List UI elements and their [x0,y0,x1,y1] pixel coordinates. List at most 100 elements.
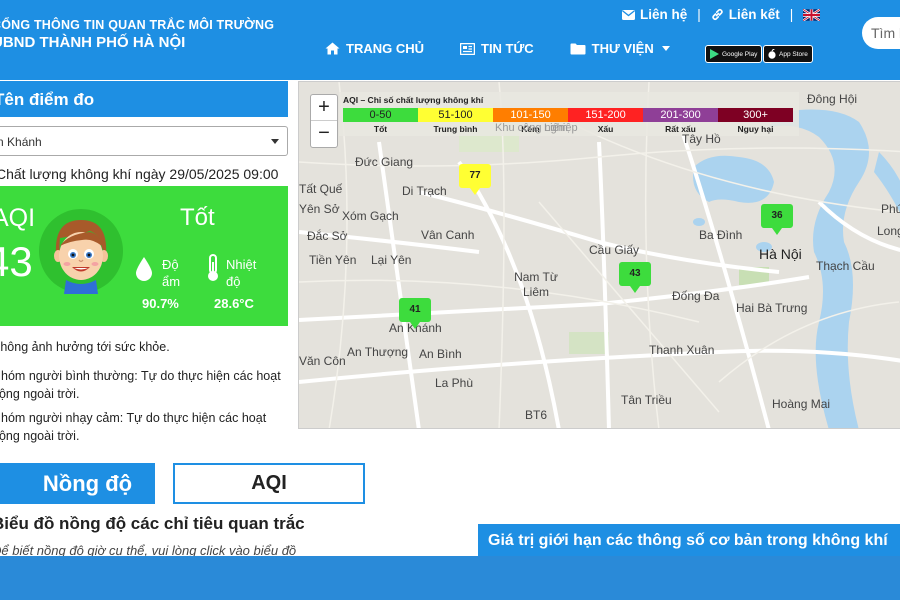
aqi-marker[interactable]: 43 [619,262,651,293]
nav-home-label: TRANG CHỦ [346,41,424,56]
legend-swatch: 300+ [718,108,793,122]
legend-swatch: 51-100 [418,108,493,122]
aqi-value: 43 [0,238,33,285]
aq-date: Chất lượng không khí ngày 29/05/2025 09:… [0,166,279,182]
place-label: Tiền Yên [309,253,357,267]
advice-sensitive-group: Nhóm người nhạy cảm: Tự do thực hiện các… [0,411,267,443]
place-label: Nam Từ Liêm [514,270,558,299]
bottom-bar [0,556,900,600]
station-select[interactable]: An Khánh [0,126,288,156]
divider: | [697,7,701,22]
place-label: La Phù [435,376,474,390]
aqi-map[interactable]: + − AQI – Chỉ số chất lượng không khí 0-… [298,81,900,429]
nav-library-label: THƯ VIỆN [591,41,654,56]
place-label: Đông Hội [807,92,858,106]
place-label: Lại Yên [371,253,412,267]
health-advice: Không ảnh hưởng tới sức khỏe. [0,340,170,354]
place-label: Di Trạch [402,184,447,198]
legend-label: Nguy hại [737,124,774,134]
nav-home[interactable]: TRANG CHỦ [325,41,424,56]
apple-icon [768,49,776,59]
panel-title: Tên điểm đo [0,81,288,117]
links-link-label: Liên kết [728,7,780,22]
chart-section-title: Biểu đồ nồng độ các chỉ tiêu quan trắc [0,514,305,533]
droplet-icon [136,257,152,281]
brand-title: CỔNG THÔNG TIN QUAN TRẮC MÔI TRƯỜNG [0,18,275,32]
zoom-in-button[interactable]: + [311,95,337,121]
place-label: An Bình [419,347,462,361]
chevron-down-icon [661,46,670,51]
place-label: Cầu Giấy [589,243,640,257]
legend-swatch: 201-300 [643,108,718,122]
place-label: Đống Đa [672,289,720,303]
contact-link[interactable]: Liên hệ [622,7,687,22]
place-label: Liêm [544,122,568,134]
place-label: Hai Bà Trưng [736,301,808,315]
place-label: Đức Giang [355,155,414,169]
place-label: Hà Nội [759,246,802,262]
legend-label: Tốt [373,124,388,134]
google-play-icon [710,49,719,59]
uk-flag-icon[interactable] [803,8,821,21]
google-play-label: Google Play [722,50,758,58]
place-label: Văn Côn [299,354,346,368]
place-label: Ba Đình [699,228,743,242]
newspaper-icon [460,42,475,55]
place-label: Thanh Xuân [649,343,715,357]
aqi-marker[interactable]: 77 [459,164,491,195]
humidity-label: Độ ẩm [162,257,181,289]
aqi-legend-title: AQI – Chỉ số chất lượng không khí [343,95,484,105]
search-input[interactable]: Tìm k [862,17,900,49]
app-store-button[interactable]: App Store [763,45,813,63]
place-label: BT6 [525,408,548,422]
folder-icon [570,43,586,54]
aqi-marker[interactable]: 41 [399,298,431,329]
brand-subtitle: UBND THÀNH PHỐ HÀ NỘI [0,34,186,51]
place-label: Phú Minh [881,202,900,216]
site-header: CỔNG THÔNG TIN QUAN TRẮC MÔI TRƯỜNG UBND… [0,0,900,80]
legend-swatch: 0-50 [343,108,418,122]
zoom-out-button[interactable]: − [311,121,337,147]
place-label: Thạch Cầu [816,259,875,273]
place-label: Xóm Gạch [342,209,399,223]
place-label: Yên Sở [299,202,340,216]
app-store-label: App Store [779,50,808,58]
links-link[interactable]: Liên kết [711,7,780,22]
place-label: Long Biên [877,224,900,238]
station-select-value: An Khánh [0,135,42,149]
legend-label: Trung bình [433,124,478,134]
limits-table-title: Giá trị giới hạn các thông số cơ bản tro… [478,524,900,556]
place-label: Đắc Sở [307,229,348,243]
place-label: Hoàng Mai [772,397,831,411]
legend-label: Xấu [597,124,614,134]
temperature-value: 28.6°C [214,296,254,311]
aqi-status: Tốt [180,204,215,231]
nav-news[interactable]: TIN TỨC [460,41,534,56]
link-icon [712,9,723,20]
tab-concentration[interactable]: Nồng độ [0,463,155,504]
divider: | [789,7,794,22]
legend-swatch: 101-150 [493,108,568,122]
home-icon [325,42,340,55]
humidity-value: 90.7% [142,296,179,311]
main-nav: TRANG CHỦ TIN TỨC THƯ VIỆN [325,41,670,56]
nav-news-label: TIN TỨC [481,41,534,56]
chevron-down-icon [271,139,279,144]
place-label: Tây Hồ [682,132,721,146]
nav-library[interactable]: THƯ VIỆN [570,41,670,56]
place-label: An Thượng [347,345,409,359]
google-play-button[interactable]: Google Play [705,45,763,63]
place-label: Tất Quế [299,182,343,196]
top-links: Liên hệ | Liên kết | [622,7,821,22]
tab-aqi[interactable]: AQI [173,463,365,504]
aqi-label: AQI [0,204,36,232]
aqi-card: AQI 43 Tốt Độ ẩm 90.7% Nhiệt độ 28.6°C [0,186,288,326]
legend-swatch: 151-200 [568,108,643,122]
aqi-marker[interactable]: 36 [761,204,793,235]
place-label: Vân Canh [421,228,475,242]
temperature-label: Nhiệt độ [226,257,257,289]
thermometer-icon [208,254,218,281]
advice-general-group: Nhóm người bình thường: Tự do thực hiện … [0,369,281,401]
envelope-icon [622,9,635,20]
zoom-control: + − [310,94,338,148]
